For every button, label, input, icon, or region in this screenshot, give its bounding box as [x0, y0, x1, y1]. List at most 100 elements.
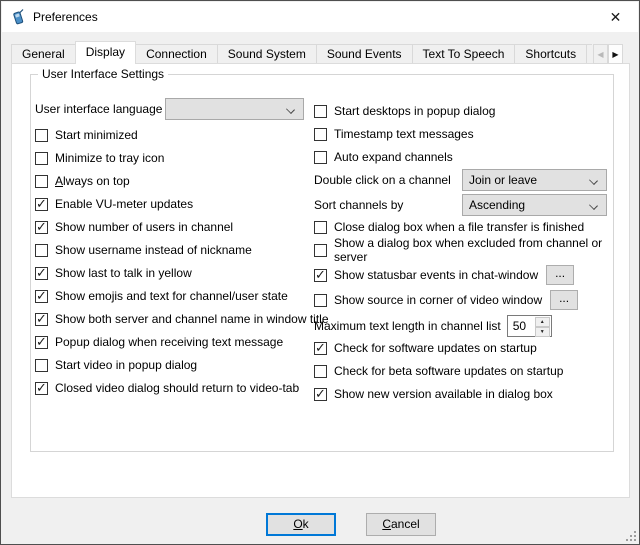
preferences-dialog: Preferences ✕ General Display Connection… [0, 0, 640, 545]
tab-sound-events[interactable]: Sound Events [316, 44, 413, 64]
checkbox-row[interactable]: Always on top [35, 172, 130, 190]
checkbox[interactable] [314, 342, 327, 355]
checkbox[interactable] [314, 105, 327, 118]
checkbox-row[interactable]: Close dialog box when a file transfer is… [314, 218, 584, 236]
checkbox-row[interactable]: Timestamp text messages [314, 125, 474, 143]
max-text-length-label: Maximum text length in channel list [314, 319, 501, 333]
checkbox-row[interactable]: Auto expand channels [314, 148, 453, 166]
checkbox-label: Show source in corner of video window [334, 293, 542, 307]
tab-text-to-speech[interactable]: Text To Speech [412, 44, 516, 64]
checkbox-row[interactable]: Start minimized [35, 126, 138, 144]
checkbox[interactable] [35, 244, 48, 257]
checkbox-row[interactable]: Closed video dialog should return to vid… [35, 379, 299, 397]
cancel-button[interactable]: Cancel [366, 513, 436, 536]
checkbox-label: Show number of users in channel [55, 220, 233, 234]
video-source-row[interactable]: Show source in corner of video window ..… [314, 290, 578, 310]
checkbox-row[interactable]: Start video in popup dialog [35, 356, 197, 374]
chevron-down-icon [286, 105, 295, 114]
checkbox[interactable] [35, 359, 48, 372]
checkbox[interactable] [314, 269, 327, 282]
checkbox-label: Always on top [55, 174, 130, 188]
tab-bar: General Display Connection Sound System … [11, 41, 592, 64]
tab-sound-system[interactable]: Sound System [217, 44, 317, 64]
checkbox[interactable] [35, 267, 48, 280]
statusbar-events-browse-button[interactable]: ... [546, 265, 574, 285]
checkbox-row[interactable]: Check for software updates on startup [314, 339, 537, 357]
checkbox-label: Show new version available in dialog box [334, 387, 553, 401]
tab-connection[interactable]: Connection [135, 44, 218, 64]
checkbox[interactable] [35, 175, 48, 188]
checkbox[interactable] [314, 244, 327, 257]
statusbar-events-row[interactable]: Show statusbar events in chat-window ... [314, 265, 574, 285]
checkbox-label: Show emojis and text for channel/user st… [55, 289, 288, 303]
app-icon [10, 9, 26, 25]
checkbox[interactable] [35, 313, 48, 326]
double-click-value: Join or leave [469, 173, 537, 187]
checkbox-row[interactable]: Enable VU-meter updates [35, 195, 193, 213]
max-text-length-spinner[interactable]: 50 ▲ ▼ [507, 315, 552, 337]
tab-video[interactable]: Video [586, 44, 592, 64]
checkbox-row[interactable]: Show both server and channel name in win… [35, 310, 329, 328]
checkbox-row[interactable]: Check for beta software updates on start… [314, 362, 563, 380]
checkbox-row[interactable]: Popup dialog when receiving text message [35, 333, 283, 351]
chevron-down-icon [589, 201, 598, 210]
checkbox-row[interactable]: Show emojis and text for channel/user st… [35, 287, 288, 305]
video-source-browse-button[interactable]: ... [550, 290, 578, 310]
checkbox[interactable] [314, 128, 327, 141]
checkbox[interactable] [35, 152, 48, 165]
double-click-label: Double click on a channel [314, 173, 462, 187]
language-combobox[interactable] [165, 98, 304, 120]
checkbox-label: Minimize to tray icon [55, 151, 164, 165]
checkbox-label: Start minimized [55, 128, 138, 142]
checkbox-label: Start video in popup dialog [55, 358, 197, 372]
checkbox-label: Show statusbar events in chat-window [334, 268, 538, 282]
language-label: User interface language [35, 102, 165, 116]
checkbox[interactable] [314, 151, 327, 164]
tab-scroll-right-icon[interactable]: ▶ [608, 44, 623, 64]
window-title: Preferences [33, 10, 98, 24]
tab-display[interactable]: Display [75, 41, 136, 64]
checkbox-row[interactable]: Minimize to tray icon [35, 149, 164, 167]
checkbox[interactable] [35, 290, 48, 303]
max-text-length-row: Maximum text length in channel list 50 ▲… [314, 315, 552, 337]
spin-up-icon[interactable]: ▲ [535, 317, 550, 327]
checkbox-label: Start desktops in popup dialog [334, 104, 495, 118]
checkbox-label: Auto expand channels [334, 150, 453, 164]
sort-channels-label: Sort channels by [314, 198, 462, 212]
checkbox-label: Timestamp text messages [334, 127, 474, 141]
tab-shortcuts[interactable]: Shortcuts [514, 44, 587, 64]
sort-channels-combobox[interactable]: Ascending [462, 194, 607, 216]
checkbox-label: Show username instead of nickname [55, 243, 252, 257]
checkbox-row[interactable]: Show a dialog box when excluded from cha… [314, 241, 629, 259]
checkbox-label: Enable VU-meter updates [55, 197, 193, 211]
ok-button[interactable]: Ok [266, 513, 336, 536]
checkbox-row[interactable]: Show last to talk in yellow [35, 264, 192, 282]
resize-grip-icon[interactable] [625, 530, 636, 541]
checkbox-row[interactable]: Show username instead of nickname [35, 241, 252, 259]
tab-general[interactable]: General [11, 44, 76, 64]
checkbox[interactable] [314, 294, 327, 307]
checkbox[interactable] [314, 388, 327, 401]
checkbox-row[interactable]: Start desktops in popup dialog [314, 102, 495, 120]
checkbox-label: Show both server and channel name in win… [55, 312, 329, 326]
checkbox[interactable] [314, 221, 327, 234]
checkbox[interactable] [35, 382, 48, 395]
titlebar: Preferences ✕ [2, 2, 638, 32]
checkbox-label: Closed video dialog should return to vid… [55, 381, 299, 395]
double-click-row: Double click on a channel Join or leave [314, 169, 607, 191]
display-tab-pane: User Interface Settings User interface l… [11, 63, 630, 498]
checkbox[interactable] [35, 221, 48, 234]
checkbox-label: Check for beta software updates on start… [334, 364, 563, 378]
sort-channels-row: Sort channels by Ascending [314, 194, 607, 216]
checkbox-row[interactable]: Show new version available in dialog box [314, 385, 553, 403]
checkbox[interactable] [35, 198, 48, 211]
close-icon[interactable]: ✕ [593, 2, 638, 32]
checkbox[interactable] [314, 365, 327, 378]
spin-down-icon[interactable]: ▼ [535, 327, 550, 337]
checkbox[interactable] [35, 129, 48, 142]
checkbox-label: Show a dialog box when excluded from cha… [334, 236, 629, 264]
tab-scroll-left-icon[interactable]: ◀ [593, 44, 608, 64]
double-click-combobox[interactable]: Join or leave [462, 169, 607, 191]
checkbox[interactable] [35, 336, 48, 349]
checkbox-row[interactable]: Show number of users in channel [35, 218, 233, 236]
